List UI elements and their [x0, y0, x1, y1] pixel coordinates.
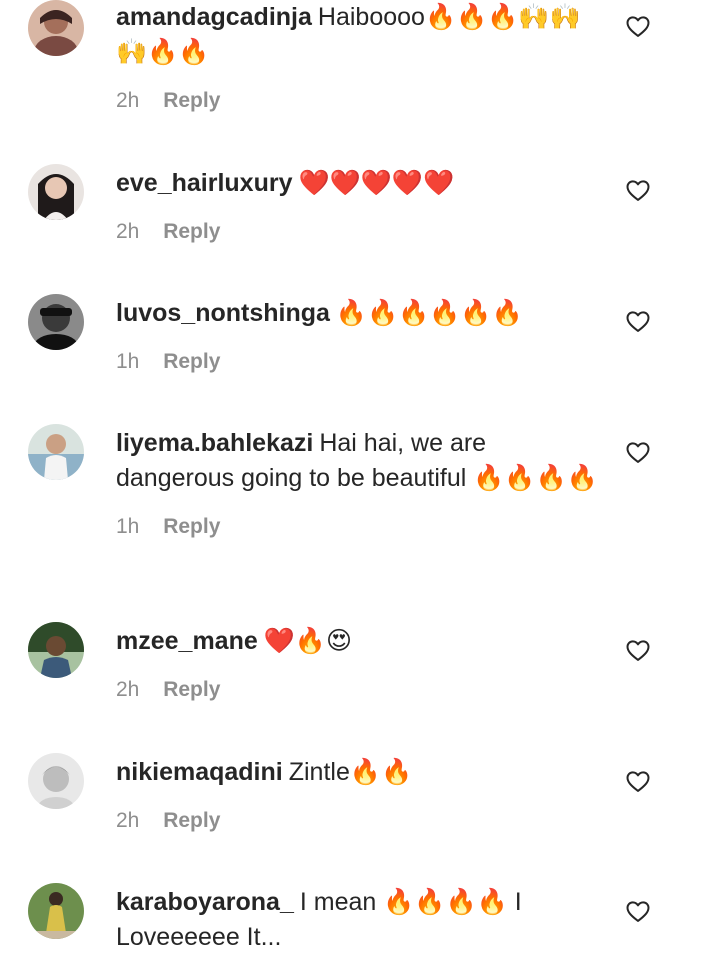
- heart-icon[interactable]: [624, 636, 652, 664]
- avatar[interactable]: [28, 622, 84, 678]
- reply-button[interactable]: Reply: [163, 89, 220, 112]
- comment-text: liyema.bahlekazi Hai hai, we are dangerou…: [116, 426, 606, 496]
- comment-username[interactable]: luvos_nontshinga: [116, 299, 330, 327]
- comment-text: eve_hairluxury ❤️❤️❤️❤️❤️: [116, 166, 606, 201]
- comment-time: 1h: [116, 515, 140, 538]
- heart-icon[interactable]: [624, 767, 652, 795]
- heart-icon[interactable]: [624, 307, 652, 335]
- comment-message: Zintle🔥🔥: [288, 758, 413, 786]
- heart-icon[interactable]: [624, 176, 652, 204]
- comment-text: nikiemaqadini Zintle🔥🔥: [116, 755, 606, 790]
- avatar[interactable]: [28, 0, 84, 56]
- comment-time: 2h: [116, 678, 140, 701]
- avatar[interactable]: [28, 883, 84, 939]
- comment-message: ❤️❤️❤️❤️❤️: [298, 169, 455, 197]
- comment-time: 2h: [116, 809, 140, 832]
- avatar[interactable]: [28, 424, 84, 480]
- comment-time: 1h: [116, 350, 140, 373]
- comment-text: luvos_nontshinga 🔥🔥🔥🔥🔥🔥: [116, 296, 606, 331]
- heart-icon[interactable]: [624, 897, 652, 925]
- comment-meta: 2h Reply: [116, 215, 606, 249]
- comment-username[interactable]: mzee_mane: [116, 627, 258, 655]
- comment-username[interactable]: karaboyarona_: [116, 888, 294, 916]
- avatar[interactable]: [28, 753, 84, 809]
- comment-time: 2h: [116, 89, 140, 112]
- comment-text: mzee_mane ❤️🔥😍: [116, 624, 606, 659]
- comment-meta: 2h Reply: [116, 673, 606, 707]
- comment-meta: 1h Reply: [116, 345, 606, 379]
- heart-icon[interactable]: [624, 12, 652, 40]
- comment-time: 2h: [116, 220, 140, 243]
- comment-meta: 2h Reply: [116, 804, 606, 838]
- comment-username[interactable]: eve_hairluxury: [116, 169, 293, 197]
- reply-button[interactable]: Reply: [163, 678, 220, 701]
- comment-message: 🔥🔥🔥🔥🔥🔥: [335, 299, 523, 327]
- comment-username[interactable]: amandagcadinja: [116, 3, 312, 31]
- comment-username[interactable]: nikiemaqadini: [116, 758, 283, 786]
- comment-meta: 1h Reply: [116, 510, 606, 544]
- comment-text: amandagcadinja Haiboooo🔥🔥🔥🙌🙌🙌🔥🔥: [116, 0, 606, 70]
- reply-button[interactable]: Reply: [163, 220, 220, 243]
- comment-message: ❤️🔥😍: [263, 627, 353, 655]
- comment-username[interactable]: liyema.bahlekazi: [116, 429, 313, 457]
- heart-icon[interactable]: [624, 438, 652, 466]
- avatar[interactable]: [28, 164, 84, 220]
- avatar[interactable]: [28, 294, 84, 350]
- comment-meta: 2h Reply: [116, 84, 606, 118]
- comment-text: karaboyarona_ I mean 🔥🔥🔥🔥 I Loveeeeee It.…: [116, 885, 606, 955]
- reply-button[interactable]: Reply: [163, 515, 220, 538]
- reply-button[interactable]: Reply: [163, 350, 220, 373]
- reply-button[interactable]: Reply: [163, 809, 220, 832]
